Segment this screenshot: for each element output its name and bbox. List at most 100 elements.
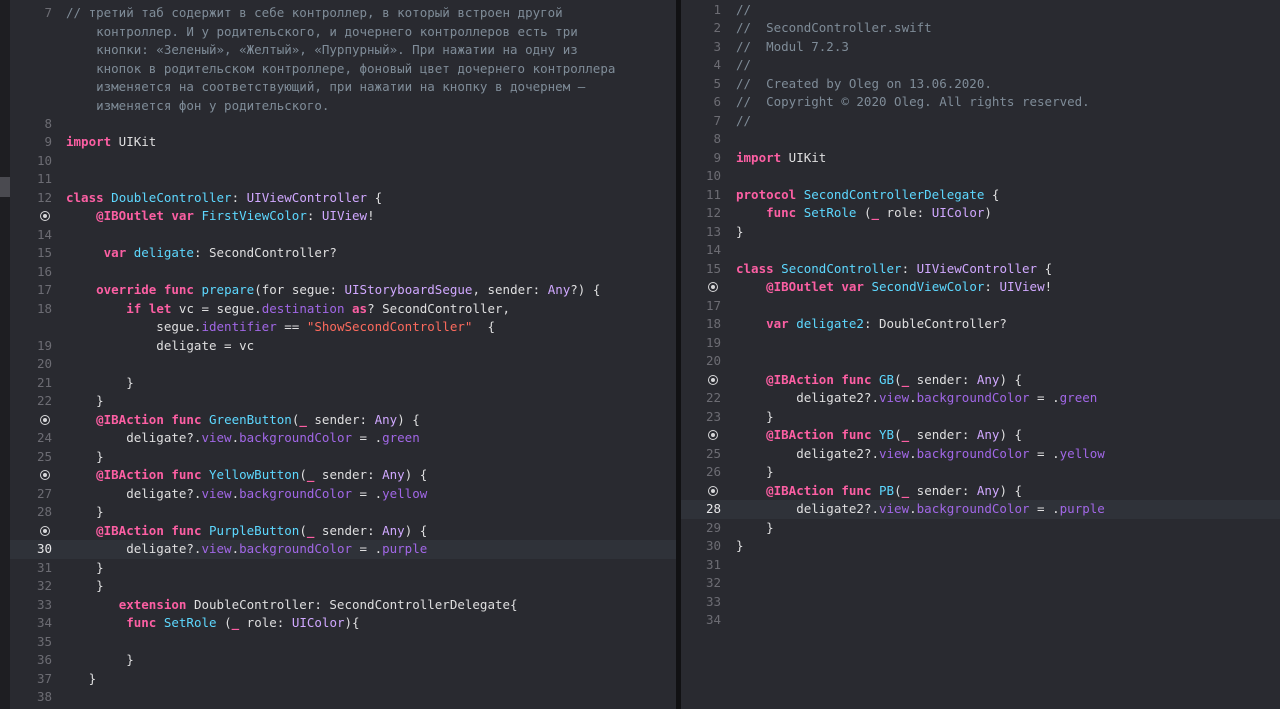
code-text[interactable]: class DoubleController: UIViewController… xyxy=(66,189,382,208)
code-line[interactable]: 7 // третий таб содержит в себе контролле… xyxy=(10,4,676,23)
code-line[interactable]: 12 class DoubleController: UIViewControll… xyxy=(10,189,676,208)
code-line[interactable]: изменяется фон у родительского. xyxy=(10,97,676,116)
code-line[interactable]: 36 } xyxy=(10,651,676,670)
code-line[interactable]: 34 func SetRole (_ role: UIColor){ xyxy=(10,614,676,633)
scroll-marker[interactable] xyxy=(0,177,10,197)
code-line[interactable]: 10 xyxy=(681,167,1280,186)
code-line[interactable]: 22 } xyxy=(10,392,676,411)
code-line[interactable]: 25 deligate2?.view.backgroundColor = .ye… xyxy=(681,445,1280,464)
code-line[interactable]: 25 } xyxy=(10,448,676,467)
code-text[interactable]: } xyxy=(66,577,104,596)
editor-pane-double-controller[interactable]: 7 // третий таб содержит в себе контролле… xyxy=(10,0,676,709)
code-text[interactable]: deligate?.view.backgroundColor = .green xyxy=(66,429,420,448)
code-line[interactable]: 32 xyxy=(681,574,1280,593)
code-line[interactable]: @IBAction func YB(_ sender: Any) { xyxy=(681,426,1280,445)
code-text[interactable]: // SecondController.swift xyxy=(736,19,932,38)
code-line[interactable]: @IBAction func PB(_ sender: Any) { xyxy=(681,482,1280,501)
code-line[interactable]: @IBOutlet var FirstViewColor: UIView! xyxy=(10,207,676,226)
connection-circle-icon[interactable] xyxy=(40,470,50,480)
code-line[interactable]: 12 func SetRole (_ role: UIColor) xyxy=(681,204,1280,223)
code-line[interactable]: 26 } xyxy=(681,463,1280,482)
code-line[interactable]: 31 xyxy=(681,556,1280,575)
code-text[interactable]: @IBAction func GreenButton(_ sender: Any… xyxy=(66,411,420,430)
connection-circle-icon[interactable] xyxy=(708,375,718,385)
code-line[interactable]: 11 xyxy=(10,170,676,189)
code-line[interactable]: 1 // xyxy=(681,1,1280,20)
code-text[interactable]: } xyxy=(736,463,774,482)
code-text[interactable]: } xyxy=(736,519,774,538)
code-line[interactable]: 32 } xyxy=(10,577,676,596)
code-line[interactable]: 14 xyxy=(10,226,676,245)
code-line[interactable]: @IBAction func YellowButton(_ sender: An… xyxy=(10,466,676,485)
code-text[interactable]: protocol SecondControllerDelegate { xyxy=(736,186,999,205)
current-code-line[interactable]: 30 deligate?.view.backgroundColor = .pur… xyxy=(10,540,676,559)
code-text[interactable]: } xyxy=(66,448,104,467)
code-text[interactable]: } xyxy=(736,408,774,427)
code-line[interactable]: 13} xyxy=(681,223,1280,242)
code-line[interactable]: 18 var deligate2: DoubleController? xyxy=(681,315,1280,334)
code-line[interactable]: 11 protocol SecondControllerDelegate { xyxy=(681,186,1280,205)
code-line[interactable]: 35 xyxy=(10,633,676,652)
code-text[interactable]: кнопок в родительском контроллере, фонов… xyxy=(66,60,615,79)
code-text[interactable]: @IBAction func PB(_ sender: Any) { xyxy=(736,482,1022,501)
code-text[interactable]: var deligate2: DoubleController? xyxy=(736,315,1007,334)
connection-circle-icon[interactable] xyxy=(708,282,718,292)
code-line[interactable]: 5 // Created by Oleg on 13.06.2020. xyxy=(681,75,1280,94)
code-text[interactable]: @IBAction func YellowButton(_ sender: An… xyxy=(66,466,427,485)
code-text[interactable]: кнопки: «Зеленый», «Желтый», «Пурпурный»… xyxy=(66,41,578,60)
current-code-line[interactable]: 28 deligate2?.view.backgroundColor = .pu… xyxy=(681,500,1280,519)
code-line[interactable]: 7 // xyxy=(681,112,1280,131)
code-line[interactable]: 38 xyxy=(10,688,676,707)
code-line[interactable]: @IBAction func GB(_ sender: Any) { xyxy=(681,371,1280,390)
code-line[interactable]: segue.identifier == "ShowSecondControlle… xyxy=(10,318,676,337)
code-line[interactable]: 24 deligate?.view.backgroundColor = .gre… xyxy=(10,429,676,448)
code-line[interactable]: 9 import UIKit xyxy=(10,133,676,152)
code-text[interactable]: extension DoubleController: SecondContro… xyxy=(66,596,518,615)
code-text[interactable]: override func prepare(for segue: UIStory… xyxy=(66,281,600,300)
code-line[interactable]: 10 xyxy=(10,152,676,171)
code-line[interactable]: 19 deligate = vc xyxy=(10,337,676,356)
code-text[interactable]: } xyxy=(66,651,134,670)
code-text[interactable]: deligate2?.view.backgroundColor = .yello… xyxy=(736,445,1105,464)
code-text[interactable]: if let vc = segue.destination as? Second… xyxy=(66,300,510,319)
code-text[interactable]: контроллер. И у родительского, и дочерне… xyxy=(66,23,578,42)
code-text[interactable]: } xyxy=(66,559,104,578)
code-text[interactable]: } xyxy=(66,670,97,689)
code-text[interactable]: @IBAction func YB(_ sender: Any) { xyxy=(736,426,1022,445)
code-line[interactable]: 28 } xyxy=(10,503,676,522)
code-text[interactable]: // xyxy=(736,112,751,131)
code-text[interactable]: } xyxy=(66,374,134,393)
code-text[interactable]: import UIKit xyxy=(66,133,156,152)
code-text[interactable]: изменяется на соответствующий, при нажат… xyxy=(66,78,585,97)
code-text[interactable]: // xyxy=(736,56,751,75)
connection-circle-icon[interactable] xyxy=(708,486,718,496)
code-line[interactable]: 9 import UIKit xyxy=(681,149,1280,168)
code-line[interactable]: 33 extension DoubleController: SecondCon… xyxy=(10,596,676,615)
code-text[interactable]: // Created by Oleg on 13.06.2020. xyxy=(736,75,992,94)
code-text[interactable]: @IBAction func PurpleButton(_ sender: An… xyxy=(66,522,427,541)
code-line[interactable]: 37 } xyxy=(10,670,676,689)
code-line[interactable]: 2 // SecondController.swift xyxy=(681,19,1280,38)
code-line[interactable]: @IBOutlet var SecondViewColor: UIView! xyxy=(681,278,1280,297)
code-text[interactable]: @IBOutlet var FirstViewColor: UIView! xyxy=(66,207,374,226)
code-line[interactable]: 22 deligate2?.view.backgroundColor = .gr… xyxy=(681,389,1280,408)
code-text[interactable]: @IBOutlet var SecondViewColor: UIView! xyxy=(736,278,1052,297)
code-line[interactable]: 15 class SecondController: UIViewControll… xyxy=(681,260,1280,279)
code-line[interactable]: 15 var deligate: SecondController? xyxy=(10,244,676,263)
code-text[interactable]: func SetRole (_ role: UIColor){ xyxy=(66,614,359,633)
code-text[interactable]: deligate?.view.backgroundColor = .yellow xyxy=(66,485,427,504)
code-line[interactable]: 20 xyxy=(10,355,676,374)
code-line[interactable]: изменяется на соответствующий, при нажат… xyxy=(10,78,676,97)
code-text[interactable]: var deligate: SecondController? xyxy=(66,244,337,263)
code-text[interactable]: } xyxy=(736,537,744,556)
connection-circle-icon[interactable] xyxy=(40,211,50,221)
code-text[interactable]: import UIKit xyxy=(736,149,826,168)
code-text[interactable]: @IBAction func GB(_ sender: Any) { xyxy=(736,371,1022,390)
code-line[interactable]: 20 xyxy=(681,352,1280,371)
code-line[interactable]: 29 } xyxy=(681,519,1280,538)
code-text[interactable]: deligate2?.view.backgroundColor = .green xyxy=(736,389,1097,408)
code-line[interactable]: 8 xyxy=(681,130,1280,149)
code-text[interactable]: // третий таб содержит в себе контроллер… xyxy=(66,4,563,23)
code-text[interactable]: deligate?.view.backgroundColor = .purple xyxy=(66,540,427,559)
code-text[interactable]: } xyxy=(736,223,744,242)
